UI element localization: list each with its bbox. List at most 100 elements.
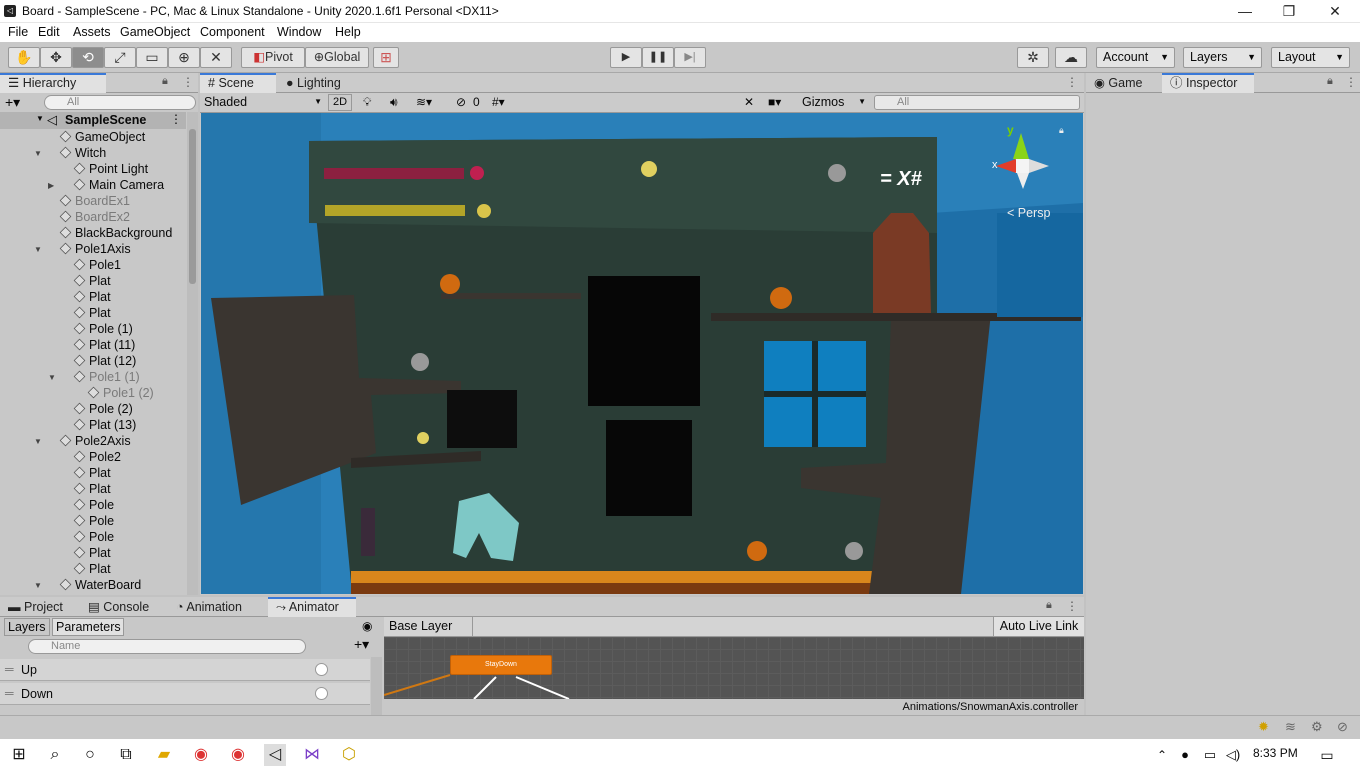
- menu-gameobject[interactable]: GameObject: [120, 25, 190, 39]
- hierarchy-item[interactable]: Pole (1): [0, 321, 186, 337]
- fold-arrow-icon[interactable]: ▼: [34, 578, 42, 594]
- menu-window[interactable]: Window: [277, 25, 321, 39]
- parameter-search-input[interactable]: Name: [28, 639, 306, 654]
- unity-hub-icon[interactable]: ⬡: [338, 744, 360, 766]
- hierarchy-item[interactable]: Pole1 (2): [0, 385, 186, 401]
- cache-icon[interactable]: ≋: [1285, 719, 1296, 735]
- transform-tool-icon[interactable]: ⊕: [168, 47, 200, 68]
- hand-tool-icon[interactable]: ✋: [8, 47, 40, 68]
- hierarchy-item[interactable]: Plat (12): [0, 353, 186, 369]
- kebab-menu-icon[interactable]: ⋮: [170, 112, 182, 126]
- shading-dropdown[interactable]: Shaded ▼: [204, 95, 322, 109]
- kebab-menu-icon[interactable]: ⋮: [1066, 599, 1078, 613]
- hierarchy-item[interactable]: Plat: [0, 289, 186, 305]
- add-icon[interactable]: +▾: [5, 94, 20, 111]
- add-parameter-icon[interactable]: +▾: [354, 636, 369, 653]
- step-button[interactable]: ▶|: [674, 47, 706, 68]
- file-explorer-icon[interactable]: ▰: [153, 744, 175, 766]
- chevron-up-icon[interactable]: ⌃: [1151, 744, 1173, 766]
- hierarchy-item[interactable]: BoardEx2: [0, 209, 186, 225]
- scrollbar-thumb[interactable]: [189, 129, 196, 284]
- hierarchy-item[interactable]: ▼ Pole2Axis: [0, 433, 186, 449]
- hierarchy-item[interactable]: BlackBackground: [0, 225, 186, 241]
- kebab-menu-icon[interactable]: ⋮: [1066, 75, 1078, 89]
- pause-button[interactable]: ❚❚: [642, 47, 674, 68]
- eye-icon[interactable]: ◉: [362, 619, 372, 633]
- hierarchy-item[interactable]: Plat: [0, 305, 186, 321]
- scene-viewport[interactable]: = X# y x 🔒︎ < Persp: [201, 113, 1083, 594]
- kebab-menu-icon[interactable]: ⋮: [182, 75, 194, 89]
- visual-studio-icon[interactable]: ⋈: [301, 744, 323, 766]
- lock-icon[interactable]: 🔒︎: [1046, 599, 1052, 612]
- hierarchy-item[interactable]: ▼ Pole1 (1): [0, 369, 186, 385]
- hierarchy-item[interactable]: GameObject: [0, 129, 186, 145]
- scene-search-input[interactable]: All: [874, 95, 1080, 110]
- hierarchy-item[interactable]: ▼ Pole1Axis: [0, 241, 186, 257]
- chrome-icon[interactable]: ◉: [227, 744, 249, 766]
- custom-tool-icon[interactable]: ✕: [200, 47, 232, 68]
- gizmo-x-cone-icon[interactable]: [996, 159, 1016, 173]
- drag-handle-icon[interactable]: ═: [5, 662, 14, 676]
- hierarchy-item[interactable]: Plat: [0, 465, 186, 481]
- hierarchy-item[interactable]: ▶ Main Camera: [0, 177, 186, 193]
- cortana-icon[interactable]: ○: [79, 744, 101, 766]
- move-tool-icon[interactable]: ✥: [40, 47, 72, 68]
- menu-assets[interactable]: Assets: [73, 25, 111, 39]
- cloud-icon[interactable]: ☁: [1055, 47, 1087, 68]
- hierarchy-item[interactable]: BoardEx1: [0, 193, 186, 209]
- lighting-progress-icon[interactable]: ✹: [1258, 719, 1269, 735]
- param-row-down[interactable]: ═ Down: [0, 683, 370, 705]
- trigger-toggle[interactable]: [315, 687, 328, 700]
- tab-game[interactable]: ◉ Game: [1086, 73, 1160, 93]
- persp-label[interactable]: < Persp: [1007, 206, 1050, 220]
- hierarchy-item[interactable]: Pole (2): [0, 401, 186, 417]
- hierarchy-item[interactable]: ▼ WaterBoard: [0, 577, 186, 593]
- hierarchy-item[interactable]: Pole1: [0, 257, 186, 273]
- hierarchy-item[interactable]: Pole: [0, 529, 186, 545]
- pivot-toggle[interactable]: ◧Pivot: [241, 47, 305, 68]
- debug-icon[interactable]: ⚙: [1311, 719, 1323, 735]
- menu-component[interactable]: Component: [200, 25, 265, 39]
- rect-tool-icon[interactable]: ▭: [136, 47, 168, 68]
- task-view-icon[interactable]: ⧉: [115, 744, 137, 766]
- expand-arrow-icon[interactable]: ▶: [48, 178, 54, 194]
- windows-start-icon[interactable]: ⊞: [8, 744, 30, 766]
- audio-toggle-icon[interactable]: 🔊︎: [390, 95, 398, 110]
- snap-icon[interactable]: ⊞: [373, 47, 399, 68]
- hierarchy-item[interactable]: Plat (11): [0, 337, 186, 353]
- clock[interactable]: 8:33 PM: [1253, 746, 1298, 760]
- collab-icon[interactable]: ✲: [1017, 47, 1049, 68]
- hierarchy-search-input[interactable]: All: [44, 95, 196, 110]
- scene-gizmo[interactable]: y x 🔒︎: [991, 121, 1071, 201]
- layout-dropdown[interactable]: Layout ▼: [1271, 47, 1350, 68]
- lock-icon[interactable]: 🔒︎: [1059, 125, 1064, 136]
- subtab-layers[interactable]: Layers: [4, 618, 50, 636]
- menu-edit[interactable]: Edit: [38, 25, 60, 39]
- maximize-button[interactable]: ❐: [1266, 0, 1312, 23]
- minimize-button[interactable]: —: [1222, 0, 1268, 23]
- subtab-parameters[interactable]: Parameters: [52, 618, 124, 636]
- hierarchy-item[interactable]: ▼ Witch: [0, 145, 186, 161]
- tab-animator[interactable]: ⤳ Animator: [268, 597, 356, 617]
- kebab-menu-icon[interactable]: ⋮: [1345, 75, 1357, 89]
- gizmo-y-cone-icon[interactable]: [1013, 133, 1029, 159]
- scale-tool-icon[interactable]: ⤢: [104, 47, 136, 68]
- auto-live-link-button[interactable]: Auto Live Link: [993, 617, 1084, 636]
- lock-icon[interactable]: 🔒︎: [1327, 75, 1333, 88]
- fold-arrow-icon[interactable]: ▼: [34, 242, 42, 258]
- hierarchy-item[interactable]: Plat: [0, 561, 186, 577]
- chrome-icon[interactable]: ◉: [190, 744, 212, 766]
- gizmo-center-icon[interactable]: [1015, 159, 1029, 173]
- tools-icon[interactable]: ✕: [744, 95, 754, 109]
- menu-help[interactable]: Help: [335, 25, 361, 39]
- hierarchy-item[interactable]: Plat (13): [0, 417, 186, 433]
- tab-lighting[interactable]: ● Lighting: [278, 73, 364, 93]
- menu-file[interactable]: File: [8, 25, 28, 39]
- breadcrumb-base-layer[interactable]: Base Layer: [384, 617, 474, 636]
- hierarchy-item[interactable]: Plat: [0, 545, 186, 561]
- close-button[interactable]: ✕: [1312, 0, 1358, 23]
- tab-scene[interactable]: # Scene: [200, 73, 276, 93]
- fold-arrow-icon[interactable]: ▼: [48, 370, 56, 386]
- account-dropdown[interactable]: Account ▼: [1096, 47, 1175, 68]
- microphone-icon[interactable]: ●: [1174, 744, 1196, 766]
